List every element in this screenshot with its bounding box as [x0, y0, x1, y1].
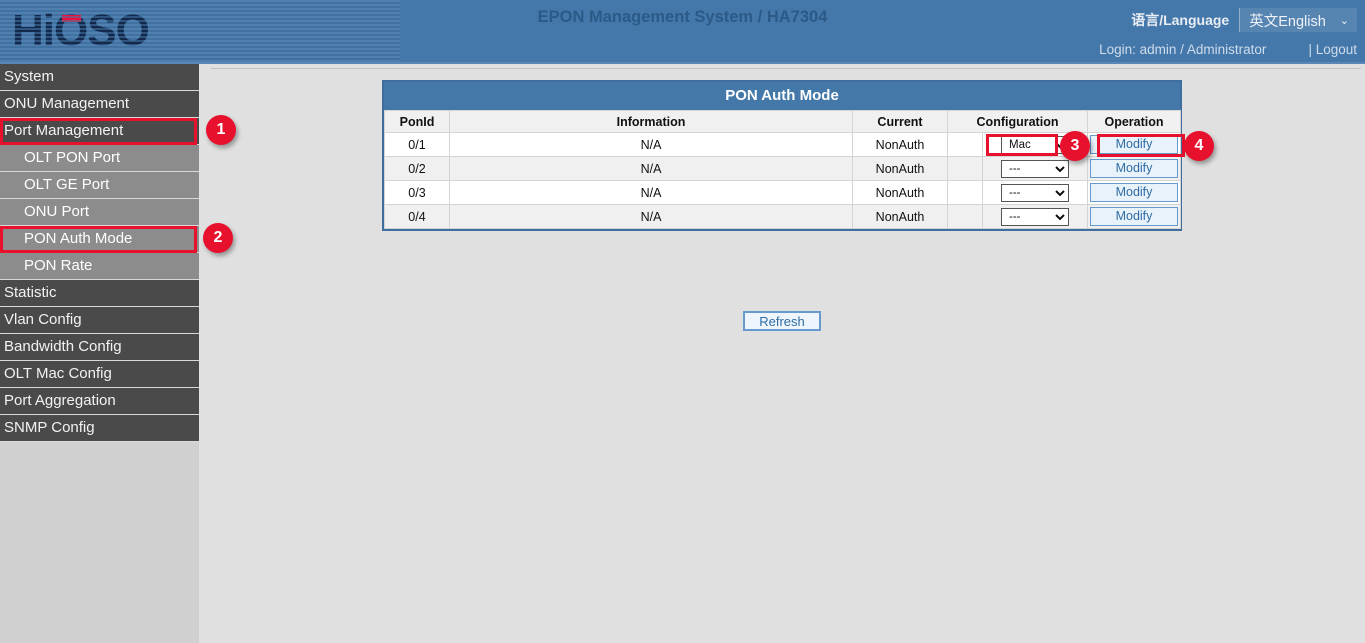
sidebar-item-label: System — [4, 68, 54, 85]
sidebar-item-pon-auth-mode[interactable]: PON Auth Mode — [0, 226, 199, 253]
table-header-row: PonId Information Current Configuration … — [385, 111, 1181, 133]
logout-link[interactable]: | Logout — [1308, 42, 1357, 57]
refresh-button[interactable]: Refresh — [743, 311, 821, 331]
col-current: Current — [853, 111, 948, 133]
cell-operation: Modify — [1088, 181, 1181, 205]
cell-ponid: 0/4 — [385, 205, 450, 229]
cell-current: NonAuth — [853, 205, 948, 229]
cell-current: NonAuth — [853, 157, 948, 181]
step-badge-4: 4 — [1184, 131, 1214, 161]
cell-operation: Modify — [1088, 133, 1181, 157]
sidebar-item-onu-management[interactable]: ONU Management — [0, 91, 199, 118]
login-bar: Login: admin / Administrator | Logout — [1099, 42, 1357, 57]
sidebar-item-bandwidth-config[interactable]: Bandwidth Config — [0, 334, 199, 361]
sidebar-item-pon-rate[interactable]: PON Rate — [0, 253, 199, 280]
refresh-button-wrap: Refresh — [382, 311, 1182, 331]
sidebar-item-label: SNMP Config — [4, 419, 95, 436]
config-select[interactable]: ---MacLoidLoidMacNonAuth — [1001, 160, 1069, 178]
cell-operation: Modify — [1088, 157, 1181, 181]
sidebar-item-label: PON Rate — [24, 257, 92, 274]
col-operation: Operation — [1088, 111, 1181, 133]
cell-information: N/A — [450, 157, 853, 181]
cell-current: NonAuth — [853, 181, 948, 205]
modify-button[interactable]: Modify — [1090, 135, 1178, 154]
sidebar-item-onu-port[interactable]: ONU Port — [0, 199, 199, 226]
cell-spacer — [948, 205, 983, 229]
cell-current: NonAuth — [853, 133, 948, 157]
sidebar-item-label: PON Auth Mode — [24, 230, 132, 247]
table-row: 0/4N/ANonAuth ---MacLoidLoidMacNonAuth Mod… — [385, 205, 1181, 229]
cell-ponid: 0/1 — [385, 133, 450, 157]
language-select[interactable]: 英文English ⌄ — [1239, 8, 1357, 32]
pon-auth-mode-panel: PON Auth Mode PonId Information Current … — [382, 80, 1182, 231]
sidebar-item-olt-mac-config[interactable]: OLT Mac Config — [0, 361, 199, 388]
sidebar-item-statistic[interactable]: Statistic — [0, 280, 199, 307]
cell-configuration: ---MacLoidLoidMacNonAuth — [983, 181, 1088, 205]
panel-title: PON Auth Mode — [384, 82, 1180, 110]
sidebar-item-vlan-config[interactable]: Vlan Config — [0, 307, 199, 334]
cell-spacer — [948, 133, 983, 157]
config-select[interactable]: ---MacLoidLoidMacNonAuth — [1001, 208, 1069, 226]
pon-auth-table: PonId Information Current Configuration … — [384, 110, 1181, 229]
language-label: 语言/Language — [1131, 10, 1229, 30]
modify-button[interactable]: Modify — [1090, 207, 1178, 226]
sidebar-item-label: Statistic — [4, 284, 57, 301]
sidebar-item-port-aggregation[interactable]: Port Aggregation — [0, 388, 199, 415]
step-badge-3: 3 — [1060, 131, 1090, 161]
modify-button[interactable]: Modify — [1090, 183, 1178, 202]
sidebar-item-system[interactable]: System — [0, 64, 199, 91]
cell-operation: Modify — [1088, 205, 1181, 229]
sidebar-item-snmp-config[interactable]: SNMP Config — [0, 415, 199, 442]
sidebar-item-label: OLT Mac Config — [4, 365, 112, 382]
step-badge-1: 1 — [206, 115, 236, 145]
cell-information: N/A — [450, 181, 853, 205]
app-header: HiOSO EPON Management System / HA7304 语言… — [0, 0, 1365, 62]
cell-ponid: 0/2 — [385, 157, 450, 181]
login-user-text: Login: admin / Administrator — [1099, 42, 1266, 57]
cell-information: N/A — [450, 205, 853, 229]
sidebar-item-label: OLT PON Port — [24, 149, 120, 166]
config-select[interactable]: ---MacLoidLoidMacNonAuth — [1001, 136, 1069, 154]
sidebar-item-label: Port Aggregation — [4, 392, 116, 409]
step-badge-2: 2 — [203, 223, 233, 253]
cell-ponid: 0/3 — [385, 181, 450, 205]
content-divider — [211, 68, 1361, 69]
col-configuration: Configuration — [948, 111, 1088, 133]
table-row: 0/3N/ANonAuth ---MacLoidLoidMacNonAuth Mod… — [385, 181, 1181, 205]
sidebar-item-label: OLT GE Port — [24, 176, 109, 193]
sidebar-item-label: ONU Management — [4, 95, 129, 112]
language-selected-value: 英文English — [1249, 10, 1326, 31]
col-ponid: PonId — [385, 111, 450, 133]
sidebar-item-label: Vlan Config — [4, 311, 82, 328]
cell-spacer — [948, 157, 983, 181]
cell-configuration: ---MacLoidLoidMacNonAuth — [983, 205, 1088, 229]
table-row: 0/2N/ANonAuth ---MacLoidLoidMacNonAuth Mod… — [385, 157, 1181, 181]
config-select[interactable]: ---MacLoidLoidMacNonAuth — [1001, 184, 1069, 202]
sidebar-item-label: Port Management — [4, 122, 123, 139]
sidebar-item-olt-pon-port[interactable]: OLT PON Port — [0, 145, 199, 172]
cell-spacer — [948, 181, 983, 205]
chevron-down-icon: ⌄ — [1340, 14, 1349, 27]
cell-information: N/A — [450, 133, 853, 157]
sidebar-item-label: ONU Port — [24, 203, 89, 220]
modify-button[interactable]: Modify — [1090, 159, 1178, 178]
sidebar-nav: System ONU Management Port Management OLT P… — [0, 62, 199, 643]
sidebar-item-port-management[interactable]: Port Management — [0, 118, 199, 145]
sidebar-item-olt-ge-port[interactable]: OLT GE Port — [0, 172, 199, 199]
language-selector-block: 语言/Language 英文English ⌄ — [1131, 8, 1357, 32]
col-information: Information — [450, 111, 853, 133]
sidebar-item-label: Bandwidth Config — [4, 338, 122, 355]
